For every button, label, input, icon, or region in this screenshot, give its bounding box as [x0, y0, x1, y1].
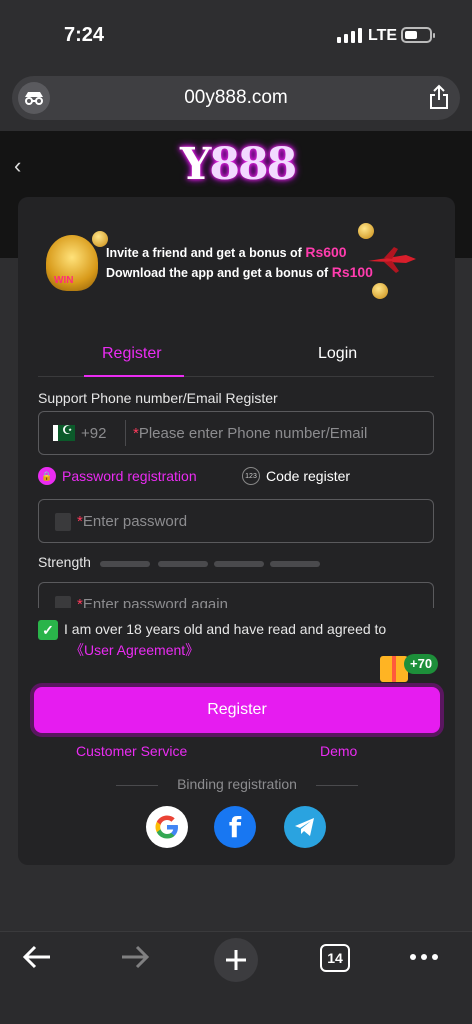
url-text: 00y888.com — [184, 87, 288, 108]
code-register-label: Code register — [266, 468, 351, 484]
back-arrow-icon[interactable] — [22, 944, 52, 975]
coin-icon — [372, 283, 388, 299]
battery-icon — [401, 27, 435, 43]
screen: 7:24 LTE 00y888.com ‹ Y888 WIN Invite a … — [0, 0, 472, 1024]
country-code[interactable]: +92 — [81, 425, 106, 442]
confirm-placeholder: *Enter password again — [77, 596, 228, 608]
logo-y: Y — [180, 139, 211, 190]
telegram-login-button[interactable] — [284, 806, 326, 848]
more-menu-icon[interactable] — [410, 954, 438, 960]
tab-login[interactable]: Login — [318, 345, 357, 363]
network-label: LTE — [368, 27, 398, 44]
password-registration-option[interactable]: 🔒 Password registration — [38, 467, 197, 485]
strength-label: Strength — [38, 554, 91, 570]
confirm-password-field[interactable]: *Enter password again — [38, 582, 434, 608]
agreement-text: I am over 18 years old and have read and… — [64, 621, 387, 637]
confirm-lock-icon — [55, 596, 71, 608]
tab-count-button[interactable]: 14 — [320, 944, 350, 972]
tab-register[interactable]: Register — [102, 345, 162, 363]
binding-registration-label: Binding registration — [116, 776, 358, 792]
active-tab-indicator — [84, 375, 184, 377]
strength-bar — [158, 561, 208, 567]
code-register-option[interactable]: 123 Code register — [242, 467, 350, 485]
password-placeholder-text: Enter password — [82, 513, 188, 530]
strength-bar — [100, 561, 150, 567]
site-logo: Y888 — [180, 139, 297, 190]
agree-checkbox[interactable]: ✓ — [38, 620, 58, 640]
banner-line-2: Download the app and get a bonus of Rs10… — [106, 264, 373, 280]
coin-icon — [358, 223, 374, 239]
bonus-badge: +70 — [404, 654, 439, 674]
back-chevron-icon[interactable]: ‹ — [14, 153, 21, 179]
banner-line-1: Invite a friend and get a bonus of Rs600 — [106, 244, 368, 260]
google-icon — [155, 815, 178, 839]
strength-bar — [270, 561, 320, 567]
web-page: ‹ Y888 WIN Invite a friend and get a bon… — [0, 131, 472, 931]
address-bar[interactable]: 00y888.com — [12, 76, 460, 120]
golden-mask-icon: WIN — [46, 235, 98, 291]
register-card: WIN Invite a friend and get a bonus of R… — [18, 197, 455, 865]
google-login-button[interactable] — [146, 806, 188, 848]
signal-icon — [337, 27, 362, 43]
phone-email-placeholder: *Please enter Phone number/Email — [133, 425, 367, 442]
strength-bar — [214, 561, 264, 567]
logo-888: 888 — [209, 139, 297, 190]
field-divider — [125, 420, 126, 446]
lock-icon: 🔒 — [38, 467, 56, 485]
register-button[interactable]: Register — [34, 687, 440, 733]
demo-link[interactable]: Demo — [320, 743, 357, 759]
user-agreement-link[interactable]: 《User Agreement》 — [70, 640, 199, 660]
phone-email-field[interactable]: +92 *Please enter Phone number/Email — [38, 411, 434, 455]
pakistan-flag-icon[interactable] — [53, 423, 75, 441]
password-registration-label: Password registration — [62, 468, 197, 484]
status-time: 7:24 — [64, 24, 105, 46]
browser-toolbar: 14 — [0, 931, 472, 1024]
confirm-placeholder-text: Enter password again — [82, 596, 228, 608]
plus-icon — [226, 950, 246, 970]
password-placeholder: *Enter password — [77, 513, 187, 530]
share-icon[interactable] — [428, 84, 450, 115]
new-tab-button[interactable] — [214, 938, 258, 982]
forward-arrow-icon[interactable] — [120, 944, 150, 975]
banner-line-2-text: Download the app and get a bonus of — [106, 266, 332, 280]
code-icon: 123 — [242, 467, 260, 485]
auth-tabs: Register Login — [38, 337, 434, 377]
win-label: WIN — [54, 275, 74, 286]
phone-placeholder-text: Please enter Phone number/Email — [138, 425, 368, 442]
plane-icon — [368, 247, 416, 273]
password-field[interactable]: *Enter password — [38, 499, 434, 543]
password-lock-icon — [55, 513, 71, 531]
facebook-icon: f — [228, 810, 242, 844]
customer-service-link[interactable]: Customer Service — [76, 743, 187, 759]
status-bar: 7:24 LTE — [0, 0, 472, 68]
telegram-icon — [295, 818, 314, 836]
banner-line-1-text: Invite a friend and get a bonus of — [106, 246, 306, 260]
support-register-label: Support Phone number/Email Register — [38, 390, 278, 406]
promo-banner[interactable]: WIN Invite a friend and get a bonus of R… — [18, 219, 455, 309]
facebook-login-button[interactable]: f — [214, 806, 256, 848]
banner-amount-1: Rs600 — [305, 244, 347, 260]
